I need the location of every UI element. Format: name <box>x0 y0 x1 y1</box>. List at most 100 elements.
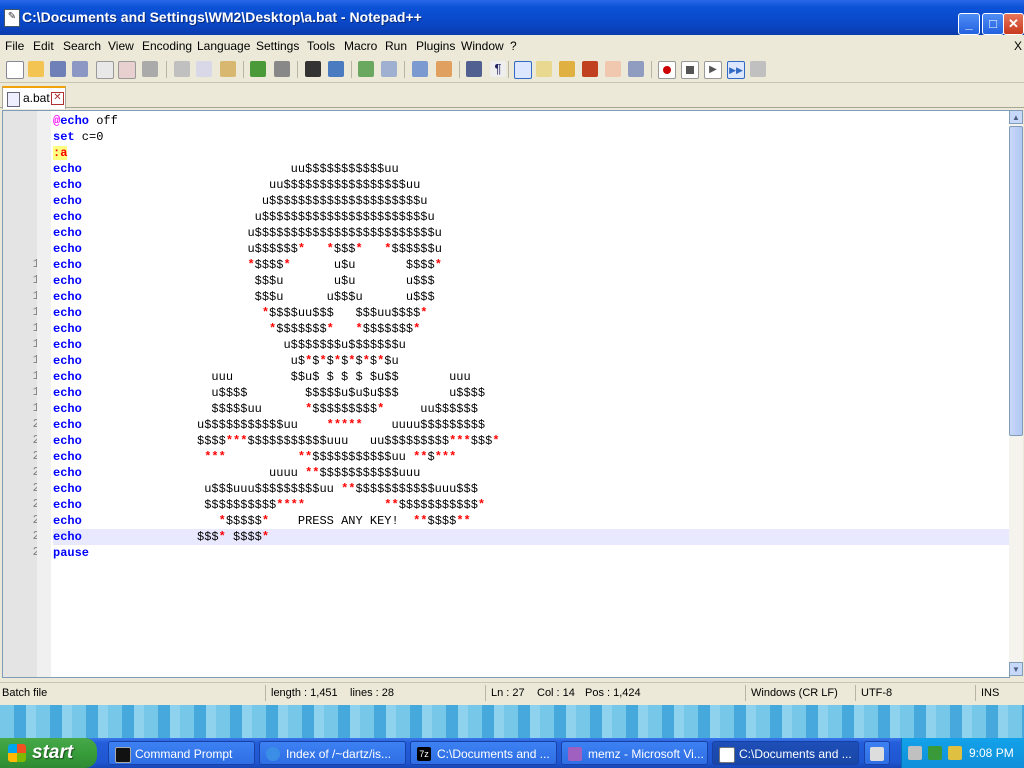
code-line[interactable]: echo *$$$$* u$u $$$$* <box>53 257 1009 273</box>
redo-icon[interactable] <box>274 61 290 77</box>
task-visual-studio[interactable]: memz - Microsoft Vi... <box>561 741 708 765</box>
code-line[interactable]: echo u$$$$ $$$$$u$u$u$$$ u$$$$ <box>53 385 1009 401</box>
eye-icon[interactable] <box>628 61 644 77</box>
paste-icon[interactable] <box>220 61 236 77</box>
code-line[interactable]: echo uu$$$$$$$$$$$$$$$$$uu <box>53 177 1009 193</box>
close-button[interactable]: ✕ <box>1003 13 1024 35</box>
folder-workspace-icon[interactable] <box>582 61 598 77</box>
code-line[interactable]: echo *$$$$$$$* *$$$$$$$* <box>53 321 1009 337</box>
scroll-down-arrow-icon[interactable]: ▼ <box>1009 662 1023 676</box>
save-icon[interactable] <box>50 61 66 77</box>
minimize-button[interactable]: _ <box>958 13 980 35</box>
code-line[interactable]: echo u$$$uuu$$$$$$$$$uu **$$$$$$$$$$$uuu… <box>53 481 1009 497</box>
doc-map-icon[interactable] <box>536 61 552 77</box>
new-file-icon[interactable] <box>6 61 24 79</box>
menu-settings[interactable]: Settings <box>256 39 299 53</box>
find-icon[interactable] <box>305 61 321 77</box>
menu-close-document[interactable]: X <box>1014 39 1022 53</box>
code-line[interactable]: pause <box>53 545 1009 561</box>
word-wrap-icon[interactable] <box>466 61 482 77</box>
stop-macro-icon[interactable] <box>681 61 699 79</box>
code-line[interactable]: @echo off <box>53 113 1009 129</box>
code-line[interactable]: echo uuu $$u$ $ $ $ $u$$ uuu <box>53 369 1009 385</box>
task-7zip[interactable]: 7z C:\Documents and ... <box>410 741 557 765</box>
code-line[interactable]: echo u$$$$$$$$$$$$$$$$$$$$$$$u <box>53 209 1009 225</box>
code-line[interactable]: echo $$$$$$$$$$**** **$$$$$$$$$$$* <box>53 497 1009 513</box>
play-macro-icon[interactable]: ▶ <box>704 61 722 79</box>
menu-window[interactable]: Window <box>461 39 504 53</box>
replace-icon[interactable] <box>328 61 344 77</box>
open-file-icon[interactable] <box>28 61 44 77</box>
code-line[interactable]: echo $$$u u$$$u u$$$ <box>53 289 1009 305</box>
menu-encoding[interactable]: Encoding <box>142 39 192 53</box>
indent-guide-icon[interactable] <box>514 61 532 79</box>
sync-horizontal-icon[interactable] <box>436 61 452 77</box>
monitoring-icon[interactable] <box>605 61 621 77</box>
maximize-button[interactable]: □ <box>982 13 1004 35</box>
start-button[interactable]: start <box>0 738 97 768</box>
zoom-out-icon[interactable] <box>381 61 397 77</box>
text-token: $$$$$$$$$$$uuu <box>319 466 421 480</box>
menu-run[interactable]: Run <box>385 39 407 53</box>
code-line[interactable]: echo *$$$$$* PRESS ANY KEY! **$$$$** <box>53 513 1009 529</box>
code-line[interactable]: echo u$*$*$*$*$*$*$u <box>53 353 1009 369</box>
close-all-icon[interactable] <box>118 61 136 79</box>
task-internet-explorer[interactable]: Index of /~dartz/is... <box>259 741 406 765</box>
sync-vertical-icon[interactable] <box>412 61 428 77</box>
close-icon[interactable] <box>96 61 114 79</box>
code-line[interactable]: echo $$$* $$$$* <box>53 529 1009 545</box>
code-line[interactable]: echo u$$$$$$$u$$$$$$$u <box>53 337 1009 353</box>
scrollbar-thumb[interactable] <box>1009 126 1023 436</box>
vertical-scrollbar[interactable]: ▲ ▼ <box>1009 110 1023 676</box>
menu-macro[interactable]: Macro <box>344 39 377 53</box>
menu-language[interactable]: Language <box>197 39 250 53</box>
copy-icon[interactable] <box>196 61 212 77</box>
editor-area[interactable]: 1234567891011121314151617181920212223242… <box>2 110 1010 678</box>
save-all-icon[interactable] <box>72 61 88 77</box>
code-line[interactable]: echo $$$u u$u u$$$ <box>53 273 1009 289</box>
run-macro-multiple-icon[interactable]: ▶▶ <box>727 61 745 79</box>
code-line[interactable]: echo *** **$$$$$$$$$$$uu **$*** <box>53 449 1009 465</box>
code-line[interactable]: set c=0 <box>53 129 1009 145</box>
code-line[interactable]: echo u$$$$$$$$$$$$$$$$$$$$$u <box>53 193 1009 209</box>
task-command-prompt[interactable]: Command Prompt <box>108 741 255 765</box>
fold-margin[interactable] <box>37 111 51 677</box>
menu-plugins[interactable]: Plugins <box>416 39 455 53</box>
print-icon[interactable] <box>142 61 158 77</box>
show-all-chars-icon[interactable]: ¶ <box>490 61 506 77</box>
code-line[interactable]: echo *$$$$uu$$$ $$$uu$$$$* <box>53 305 1009 321</box>
code-line[interactable]: echo u$$$$$$$$$$$uu ***** uuuu$$$$$$$$$ <box>53 417 1009 433</box>
text-token: u$$$$$$$$$$$uu <box>81 418 327 432</box>
menu-help[interactable]: ? <box>510 39 517 53</box>
volume-tray-icon[interactable] <box>948 746 962 760</box>
code-line[interactable]: echo uu$$$$$$$$$$$uu <box>53 161 1009 177</box>
scroll-up-arrow-icon[interactable]: ▲ <box>1009 110 1023 124</box>
code-line[interactable]: :a <box>53 145 1009 161</box>
function-list-icon[interactable] <box>559 61 575 77</box>
tab-a-bat[interactable]: a.bat ✕ <box>2 86 66 109</box>
network-tray-icon[interactable] <box>928 746 942 760</box>
title-bar[interactable]: ✎ C:\Documents and Settings\WM2\Desktop\… <box>0 0 1024 35</box>
menu-file[interactable]: File <box>5 39 24 53</box>
code-line[interactable]: echo $$$$***$$$$$$$$$$$uuu uu$$$$$$$$$**… <box>53 433 1009 449</box>
text-token: $$$$$$$$$$$ <box>398 498 478 512</box>
clock[interactable]: 9:08 PM <box>969 746 1014 760</box>
task-overflow-button[interactable] <box>864 741 890 765</box>
menu-view[interactable]: View <box>108 39 134 53</box>
task-notepadpp[interactable]: C:\Documents and ... <box>712 741 859 765</box>
code-line[interactable]: echo u$$$$$$$$$$$$$$$$$$$$$$$$$u <box>53 225 1009 241</box>
record-macro-icon[interactable] <box>658 61 676 79</box>
code-line[interactable]: echo $$$$$uu *$$$$$$$$$* uu$$$$$$ <box>53 401 1009 417</box>
zoom-in-icon[interactable] <box>358 61 374 77</box>
cut-icon[interactable] <box>174 61 190 77</box>
save-macro-icon[interactable] <box>750 61 766 77</box>
code-line[interactable]: echo uuuu **$$$$$$$$$$$uuu <box>53 465 1009 481</box>
hfs-tray-icon[interactable] <box>908 746 922 760</box>
undo-icon[interactable] <box>250 61 266 77</box>
tab-close-icon[interactable]: ✕ <box>51 92 64 105</box>
menu-edit[interactable]: Edit <box>33 39 54 53</box>
menu-tools[interactable]: Tools <box>307 39 335 53</box>
code-lines[interactable]: @echo off set c=0:a echo uu$$$$$$$$$$$uu ec… <box>53 111 1009 677</box>
code-line[interactable]: echo u$$$$$$* *$$$* *$$$$$$u <box>53 241 1009 257</box>
menu-search[interactable]: Search <box>63 39 101 53</box>
